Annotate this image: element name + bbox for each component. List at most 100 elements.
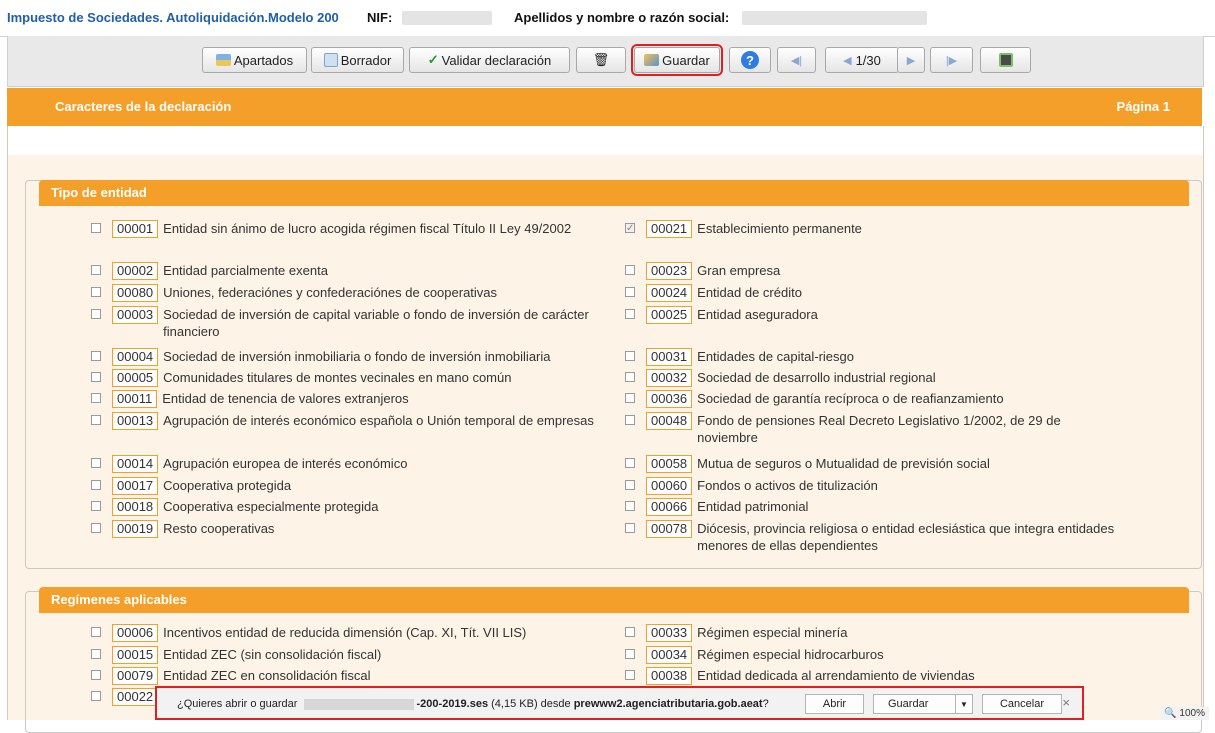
checkbox-00038[interactable] [625,670,635,680]
checkbox-row-00034[interactable]: 00034 Régimen especial hidrocarburos [625,646,1115,664]
checkbox-row-00011[interactable]: 00011 Entidad de tenencia de valores extr… [91,390,606,408]
checkbox-row-00013[interactable]: 00013 Agrupación de interés económico esp… [91,412,606,430]
checkbox-row-00079[interactable]: 00079 Entidad ZEC en consolidación fiscal [91,667,606,685]
header-spacer [7,126,1204,155]
checkbox-00048[interactable] [625,415,635,425]
checkbox-row-00038[interactable]: 00038 Entidad dedicada al arrendamiento d… [625,667,1115,685]
save-options-dropdown[interactable]: ▼ [955,694,973,714]
checkbox-00018[interactable] [91,501,101,511]
checkbox-00058[interactable] [625,458,635,468]
checkbox-row-00021[interactable]: 00021 Establecimiento permanente [625,220,1115,238]
checkbox-00011[interactable] [91,393,101,403]
checkbox-row-00060[interactable]: 00060 Fondos o activos de titulización [625,477,1115,495]
checkbox-00025[interactable] [625,309,635,319]
checkbox-00004[interactable] [91,351,101,361]
checkbox-label: Entidades de capital-riesgo [697,349,854,364]
zoom-level[interactable]: 🔍 100% [1160,707,1209,720]
checkbox-label: Comunidades titulares de montes vecinale… [163,370,512,385]
checkbox-row-00001[interactable]: 00001 Entidad sin ánimo de lucro acogida … [91,220,606,238]
checkbox-row-00019[interactable]: 00019 Resto cooperativas [91,520,606,538]
toolbar: Apartados Borrador ✓ Validar declaración… [7,36,1204,87]
checkbox-00021[interactable] [625,220,635,237]
checkbox-00031[interactable] [625,351,635,361]
apartados-button[interactable]: Apartados [202,47,307,73]
checkbox-row-00024[interactable]: 00024 Entidad de crédito [625,284,1115,302]
field-code: 00032 [646,369,693,387]
checkbox-00060[interactable] [625,480,635,490]
field-code: 00060 [646,477,693,495]
checkbox-row-00015[interactable]: 00015 Entidad ZEC (sin consolidación fisc… [91,646,606,664]
save-download-button[interactable]: Guardar [873,694,956,714]
checkbox-row-00003[interactable]: 00003 Sociedad de inversión de capital va… [91,306,606,340]
checkbox-label: Resto cooperativas [163,521,275,536]
checkbox-row-00080[interactable]: 00080 Uniones, federaciónes y confederaci… [91,284,606,302]
checkbox-row-00017[interactable]: 00017 Cooperativa protegida [91,477,606,495]
first-page-button[interactable]: ◀| [777,47,816,73]
checkbox-00024[interactable] [625,287,635,297]
checkbox-00005[interactable] [91,372,101,382]
checkbox-row-00033[interactable]: 00033 Régimen especial minería [625,624,1115,642]
checkbox-row-00005[interactable]: 00005 Comunidades titulares de montes vec… [91,369,606,387]
prev-page-icon[interactable]: ◀ [843,54,851,67]
checkbox-00003[interactable] [91,309,101,319]
checkbox-00032[interactable] [625,372,635,382]
checkbox-00034[interactable] [625,649,635,659]
checkbox-00078[interactable] [625,523,635,533]
checkbox-label: Entidad de crédito [697,285,802,300]
checkbox-row-00004[interactable]: 00004 Sociedad de inversión inmobiliaria … [91,348,606,366]
help-icon: ? [741,51,759,69]
checkbox-00015[interactable] [91,649,101,659]
checkbox-row-00006[interactable]: 00006 Incentivos entidad de reducida dime… [91,624,606,642]
checkbox-00023[interactable] [625,265,635,275]
borrador-button[interactable]: Borrador [311,47,404,73]
section-title-tipo-entidad: Tipo de entidad [39,180,1189,206]
field-code: 00038 [646,667,693,685]
checkbox-00036[interactable] [625,393,635,403]
checkbox-00002[interactable] [91,265,101,275]
checkbox-00033[interactable] [625,627,635,637]
guardar-button[interactable]: Guardar [631,44,723,76]
export-button[interactable] [980,47,1031,73]
checkbox-00013[interactable] [91,415,101,425]
checkbox-00017[interactable] [91,480,101,490]
checkbox-row-00032[interactable]: 00032 Sociedad de desarrollo industrial r… [625,369,1115,387]
checkbox-row-00023[interactable]: 00023 Gran empresa [625,262,1115,280]
checkbox-row-00066[interactable]: 00066 Entidad patrimonial [625,498,1115,516]
checkbox-row-00048[interactable]: 00048 Fondo de pensiones Real Decreto Leg… [625,412,1115,446]
checkbox-00066[interactable] [625,501,635,511]
page-indicator[interactable]: ◀ 1/30 [825,47,899,73]
checkbox-00022[interactable] [91,691,101,701]
checkbox-00019[interactable] [91,523,101,533]
field-code: 00019 [112,520,159,538]
checkbox-row-00058[interactable]: 00058 Mutua de seguros o Mutualidad de pr… [625,455,1115,473]
checkbox-00079[interactable] [91,670,101,680]
checkbox-label: Régimen especial minería [697,625,848,640]
close-icon[interactable]: × [1062,695,1070,710]
field-code: 00058 [646,455,693,473]
checkbox-00006[interactable] [91,627,101,637]
checkbox-row-00014[interactable]: 00014 Agrupación europea de interés econó… [91,455,606,473]
field-code: 00015 [112,646,159,664]
open-button[interactable]: Abrir [805,694,864,714]
apartados-label: Apartados [233,52,294,68]
checkbox-label: Fondos o activos de titulización [697,478,878,493]
delete-button[interactable]: 🗑 [576,47,626,73]
field-code: 00079 [112,667,159,685]
checkbox-row-00002[interactable]: 00002 Entidad parcialmente exenta [91,262,606,280]
checkbox-row-00025[interactable]: 00025 Entidad aseguradora [625,306,1115,324]
download-notification-bar: ¿Quieres abrir o guardar -200-2019.ses (… [155,686,1084,720]
checkbox-00080[interactable] [91,287,101,297]
page-number: Página 1 [1116,99,1170,114]
checkbox-row-00031[interactable]: 00031 Entidades de capital-riesgo [625,348,1115,366]
cancel-button[interactable]: Cancelar [982,694,1062,714]
checkbox-row-00036[interactable]: 00036 Sociedad de garantía recíproca o de… [625,390,1115,408]
validar-button[interactable]: ✓ Validar declaración [409,47,570,73]
checkbox-row-00078[interactable]: 00078 Diócesis, provincia religiosa o ent… [625,520,1115,554]
help-button[interactable]: ? [729,47,771,73]
checkbox-00014[interactable] [91,458,101,468]
checkbox-label: Gran empresa [697,263,781,278]
checkbox-row-00018[interactable]: 00018 Cooperativa especialmente protegida [91,498,606,516]
last-page-button[interactable]: |▶ [930,47,973,73]
checkbox-00001[interactable] [91,223,101,233]
next-page-button[interactable]: ▶ [897,47,925,73]
